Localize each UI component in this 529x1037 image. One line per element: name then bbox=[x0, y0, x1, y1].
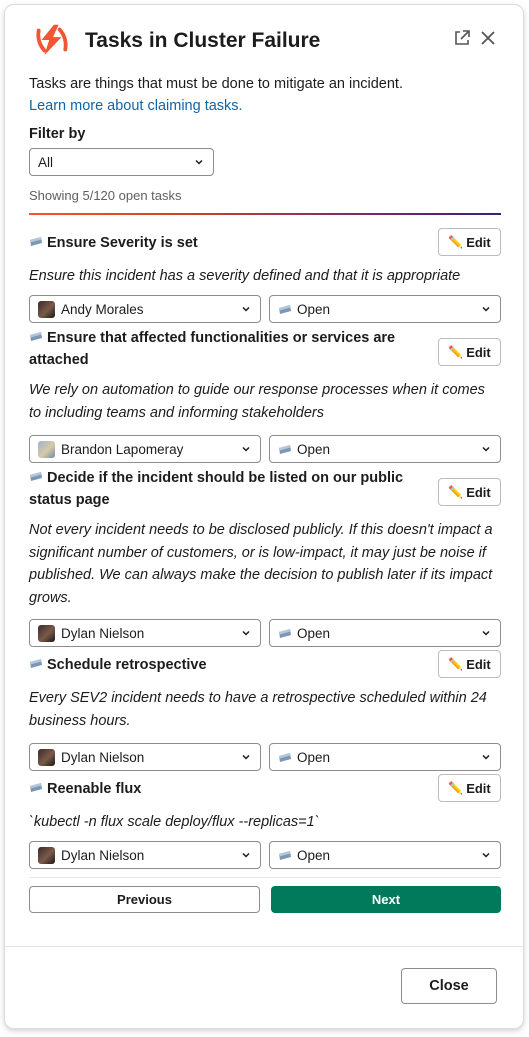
modal-title: Tasks in Cluster Failure bbox=[85, 29, 321, 52]
assignee-select[interactable]: Dylan Nielson bbox=[29, 841, 261, 869]
edit-button[interactable]: ✏️ Edit bbox=[438, 338, 501, 366]
status-value: Open bbox=[297, 301, 331, 317]
chevron-down-icon bbox=[482, 630, 490, 636]
previous-button[interactable]: Previous bbox=[29, 886, 260, 913]
pencil-icon: ✏️ bbox=[448, 657, 464, 671]
toolbox-icon bbox=[30, 659, 42, 668]
pencil-icon: ✏️ bbox=[448, 235, 464, 249]
next-button[interactable]: Next bbox=[271, 886, 501, 913]
status-select[interactable]: Open bbox=[269, 619, 501, 647]
chevron-down-icon bbox=[242, 446, 250, 452]
close-icon[interactable] bbox=[477, 27, 499, 49]
chevron-down-icon bbox=[482, 852, 490, 858]
assignee-name: Dylan Nielson bbox=[61, 847, 145, 863]
task-title: Reenable flux bbox=[29, 778, 409, 800]
toolbox-icon bbox=[279, 304, 291, 314]
claiming-tasks-link[interactable]: Learn more about claiming tasks. bbox=[29, 98, 243, 114]
chevron-down-icon bbox=[242, 754, 250, 760]
avatar bbox=[38, 300, 55, 318]
task-title: Ensure that affected functionalities or … bbox=[29, 330, 396, 368]
task-title: Schedule retrospective bbox=[29, 654, 409, 676]
toolbox-icon bbox=[30, 472, 42, 481]
open-external-icon[interactable] bbox=[451, 27, 473, 49]
pencil-icon: ✏️ bbox=[448, 345, 464, 359]
chevron-down-icon bbox=[482, 754, 490, 760]
status-value: Open bbox=[297, 847, 331, 863]
filter-select[interactable]: All bbox=[29, 148, 214, 176]
avatar bbox=[38, 624, 55, 642]
avatar bbox=[38, 846, 55, 864]
edit-button[interactable]: ✏️ Edit bbox=[438, 478, 501, 506]
filter-selected-value: All bbox=[38, 154, 54, 170]
toolbox-icon bbox=[30, 783, 42, 792]
divider bbox=[29, 877, 501, 878]
status-select[interactable]: Open bbox=[269, 841, 501, 869]
avatar bbox=[38, 748, 55, 766]
intro-text: Tasks are things that must be done to mi… bbox=[29, 73, 499, 117]
pencil-icon: ✏️ bbox=[448, 485, 464, 499]
chevron-down-icon bbox=[195, 159, 203, 165]
chevron-down-icon bbox=[242, 852, 250, 858]
pencil-icon: ✏️ bbox=[448, 781, 464, 795]
task-description: We rely on automation to guide our respo… bbox=[29, 382, 485, 421]
task-description: Not every incident needs to be disclosed… bbox=[29, 522, 493, 606]
task-description: `kubectl -n flux scale deploy/flux --rep… bbox=[29, 814, 320, 830]
footer-divider bbox=[5, 946, 523, 947]
accent-divider bbox=[29, 213, 501, 215]
status-select[interactable]: Open bbox=[269, 435, 501, 463]
task-description: Every SEV2 incident needs to have a retr… bbox=[29, 690, 487, 729]
filter-label: Filter by bbox=[29, 126, 86, 142]
tasks-modal: Tasks in Cluster Failure Tasks are thing… bbox=[4, 4, 524, 1029]
assignee-select[interactable]: Andy Morales bbox=[29, 295, 261, 323]
toolbox-icon bbox=[279, 444, 291, 454]
task-title: Ensure Severity is set bbox=[29, 232, 409, 254]
assignee-name: Dylan Nielson bbox=[61, 625, 145, 641]
status-value: Open bbox=[297, 625, 331, 641]
edit-button[interactable]: ✏️ Edit bbox=[438, 228, 501, 256]
edit-button[interactable]: ✏️ Edit bbox=[438, 650, 501, 678]
assignee-select[interactable]: Dylan Nielson bbox=[29, 619, 261, 647]
edit-button[interactable]: ✏️ Edit bbox=[438, 774, 501, 802]
toolbox-icon bbox=[30, 332, 42, 341]
chevron-down-icon bbox=[242, 306, 250, 312]
assignee-name: Dylan Nielson bbox=[61, 749, 145, 765]
modal-header: Tasks in Cluster Failure bbox=[5, 5, 523, 71]
status-value: Open bbox=[297, 441, 331, 457]
assignee-select[interactable]: Brandon Lapomeray bbox=[29, 435, 261, 463]
chevron-down-icon bbox=[482, 306, 490, 312]
status-value: Open bbox=[297, 749, 331, 765]
toolbox-icon bbox=[279, 850, 291, 860]
task-title: Decide if the incident should be listed … bbox=[29, 470, 404, 508]
status-select[interactable]: Open bbox=[269, 743, 501, 771]
close-button[interactable]: Close bbox=[401, 968, 497, 1004]
assignee-name: Andy Morales bbox=[61, 301, 144, 317]
toolbox-icon bbox=[279, 752, 291, 762]
task-description: Ensure this incident has a severity defi… bbox=[29, 268, 461, 284]
avatar bbox=[38, 440, 55, 458]
assignee-select[interactable]: Dylan Nielson bbox=[29, 743, 261, 771]
showing-count: Showing 5/120 open tasks bbox=[29, 188, 182, 203]
chevron-down-icon bbox=[242, 630, 250, 636]
assignee-name: Brandon Lapomeray bbox=[61, 441, 184, 457]
toolbox-icon bbox=[30, 237, 42, 246]
chevron-down-icon bbox=[482, 446, 490, 452]
intro-description: Tasks are things that must be done to mi… bbox=[29, 76, 403, 92]
status-select[interactable]: Open bbox=[269, 295, 501, 323]
incident-logo-icon bbox=[33, 21, 71, 59]
toolbox-icon bbox=[279, 628, 291, 638]
